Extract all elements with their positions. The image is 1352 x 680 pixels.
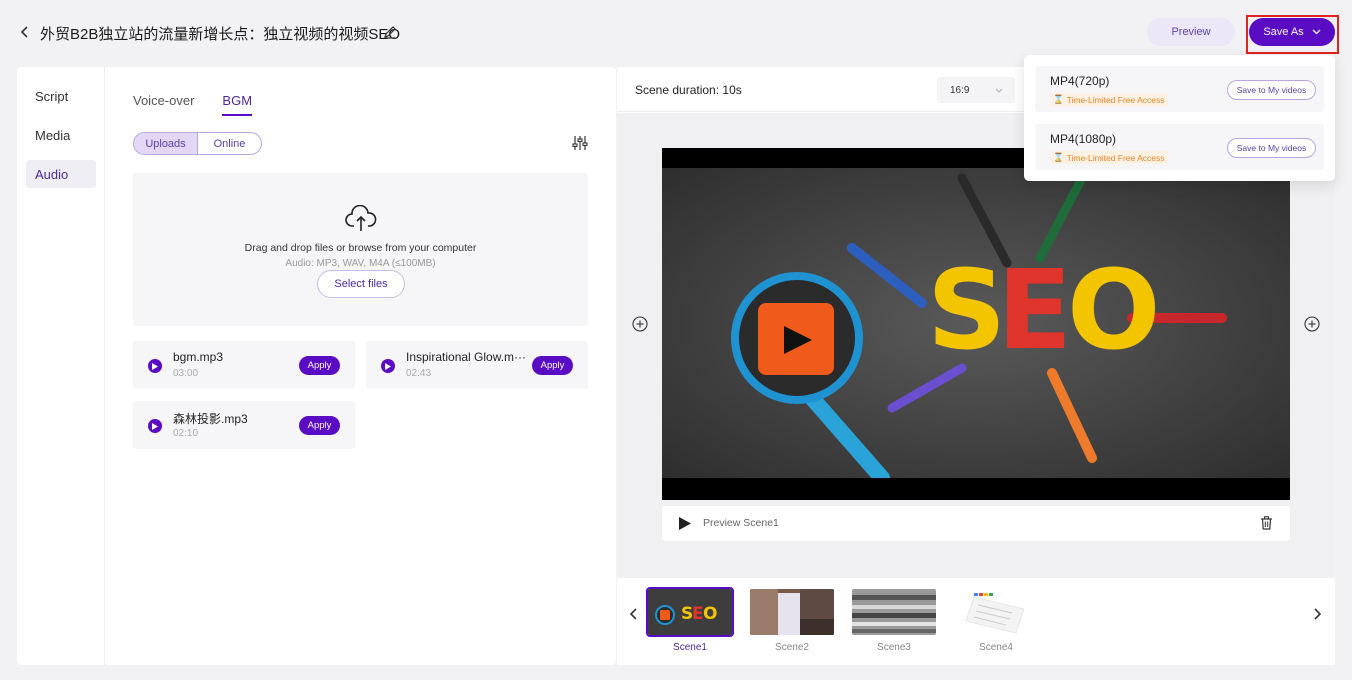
format-label: MP4(720p) — [1050, 74, 1110, 88]
list-item: 森林投影.mp3 02:10 Apply — [133, 401, 355, 449]
badge-label: Time-Limited Free Access — [1066, 94, 1165, 105]
menu-item-mp4-1080p[interactable]: MP4(1080p) ⌛ Time-Limited Free Access Sa… — [1035, 124, 1324, 170]
sliders-icon[interactable] — [572, 135, 588, 151]
list-item: bgm.mp3 03:00 Apply — [133, 341, 355, 389]
sidebar-item-audio[interactable]: Audio — [26, 160, 96, 188]
save-as-button[interactable]: Save As — [1249, 18, 1335, 46]
aspect-ratio-select[interactable]: 16:9 — [937, 77, 1015, 103]
tab-voice-over[interactable]: Voice-over — [133, 93, 194, 116]
chevron-right-icon[interactable] — [1312, 607, 1322, 621]
apply-button[interactable]: Apply — [532, 356, 573, 375]
svg-text:E: E — [692, 604, 704, 624]
scene-label: Scene3 — [877, 642, 911, 653]
scene-label: Scene2 — [775, 642, 809, 653]
apply-button[interactable]: Apply — [299, 416, 340, 435]
video-letter: S — [927, 246, 1006, 374]
scene-thumbnail-3[interactable] — [852, 589, 936, 635]
preview-button[interactable]: Preview — [1147, 18, 1235, 46]
hourglass-icon: ⌛ — [1053, 152, 1064, 162]
add-scene-after-icon[interactable] — [1304, 316, 1320, 332]
pencil-icon[interactable] — [383, 25, 397, 39]
audio-tabs: Voice-over BGM — [133, 93, 252, 116]
video-preview[interactable]: S E O — [662, 148, 1290, 500]
menu-item-mp4-720p[interactable]: MP4(720p) ⌛ Time-Limited Free Access Sav… — [1035, 66, 1324, 112]
page-title: 外贸B2B独立站的流量新增长点：独立视频的视频SEO — [40, 26, 401, 43]
upload-dropzone[interactable]: Drag and drop files or browse from your … — [133, 173, 588, 326]
uploads-toggle[interactable]: Uploads — [134, 133, 198, 154]
scene-duration: Scene duration: 10s — [635, 83, 742, 97]
play-icon[interactable] — [148, 359, 162, 373]
chevron-left-icon[interactable] — [629, 607, 639, 621]
tab-bgm[interactable]: BGM — [222, 93, 252, 116]
chevron-left-icon[interactable] — [18, 24, 32, 40]
track-duration: 03:00 — [173, 368, 199, 379]
seo-video-image: S E O — [662, 148, 1290, 500]
play-icon[interactable] — [679, 517, 691, 530]
side-nav: Script Media Audio — [17, 67, 105, 665]
sidebar-item-script[interactable]: Script — [26, 82, 96, 110]
free-access-badge: ⌛ Time-Limited Free Access — [1050, 151, 1168, 164]
preview-bar: Preview Scene1 — [662, 506, 1290, 541]
badge-label: Time-Limited Free Access — [1066, 152, 1165, 163]
scene-label: Scene1 — [673, 642, 707, 653]
track-name: bgm.mp3 — [173, 350, 224, 364]
format-label: MP4(1080p) — [1050, 132, 1117, 146]
sidebar-item-media[interactable]: Media — [26, 121, 96, 149]
track-duration: 02:43 — [406, 368, 432, 379]
source-toggle: Uploads Online — [133, 132, 262, 155]
save-as-menu: MP4(720p) ⌛ Time-Limited Free Access Sav… — [1024, 55, 1335, 181]
save-to-my-videos-button[interactable]: Save to My videos — [1227, 80, 1316, 100]
play-icon[interactable] — [381, 359, 395, 373]
video-letter: E — [997, 246, 1072, 374]
add-scene-before-icon[interactable] — [632, 316, 648, 332]
scene-thumbnail-2[interactable] — [750, 589, 834, 635]
trash-icon[interactable] — [1260, 516, 1273, 530]
svg-text:O: O — [703, 604, 717, 624]
online-toggle[interactable]: Online — [198, 133, 261, 154]
track-name: 森林投影.mp3 — [173, 412, 248, 426]
preview-scene-label[interactable]: Preview Scene1 — [703, 517, 779, 529]
dropzone-instructions: Drag and drop files or browse from your … — [244, 242, 477, 254]
cloud-upload-icon — [345, 205, 377, 231]
left-panel: Script Media Audio Voice-over BGM Upload… — [17, 67, 616, 665]
dropzone-formats: Audio: MP3, WAV, M4A (≤100MB) — [285, 258, 436, 269]
save-as-label: Save As — [1263, 26, 1304, 38]
free-access-badge: ⌛ Time-Limited Free Access — [1050, 93, 1168, 106]
hourglass-icon: ⌛ — [1053, 94, 1064, 104]
track-name: Inspirational Glow.m··· — [406, 350, 527, 364]
apply-button[interactable]: Apply — [299, 356, 340, 375]
list-item: Inspirational Glow.m··· 02:43 Apply — [366, 341, 588, 389]
canvas-area: S E O Preview Scene1 — [617, 113, 1335, 578]
scene-filmstrip: S E O Scene1 Scene2 Scene3 Scene4 — [617, 578, 1335, 665]
play-icon[interactable] — [148, 419, 162, 433]
aspect-ratio-value: 16:9 — [950, 84, 970, 96]
chevron-down-icon — [1312, 29, 1321, 35]
scene-thumbnail-1[interactable]: S E O — [646, 587, 734, 637]
scene-label: Scene4 — [979, 642, 1013, 653]
scene-thumbnail-4[interactable] — [954, 589, 1038, 635]
save-to-my-videos-button[interactable]: Save to My videos — [1227, 138, 1316, 158]
track-duration: 02:10 — [173, 428, 199, 439]
chevron-down-icon — [995, 88, 1003, 93]
video-letter: O — [1067, 246, 1161, 374]
select-files-button[interactable]: Select files — [317, 270, 405, 298]
